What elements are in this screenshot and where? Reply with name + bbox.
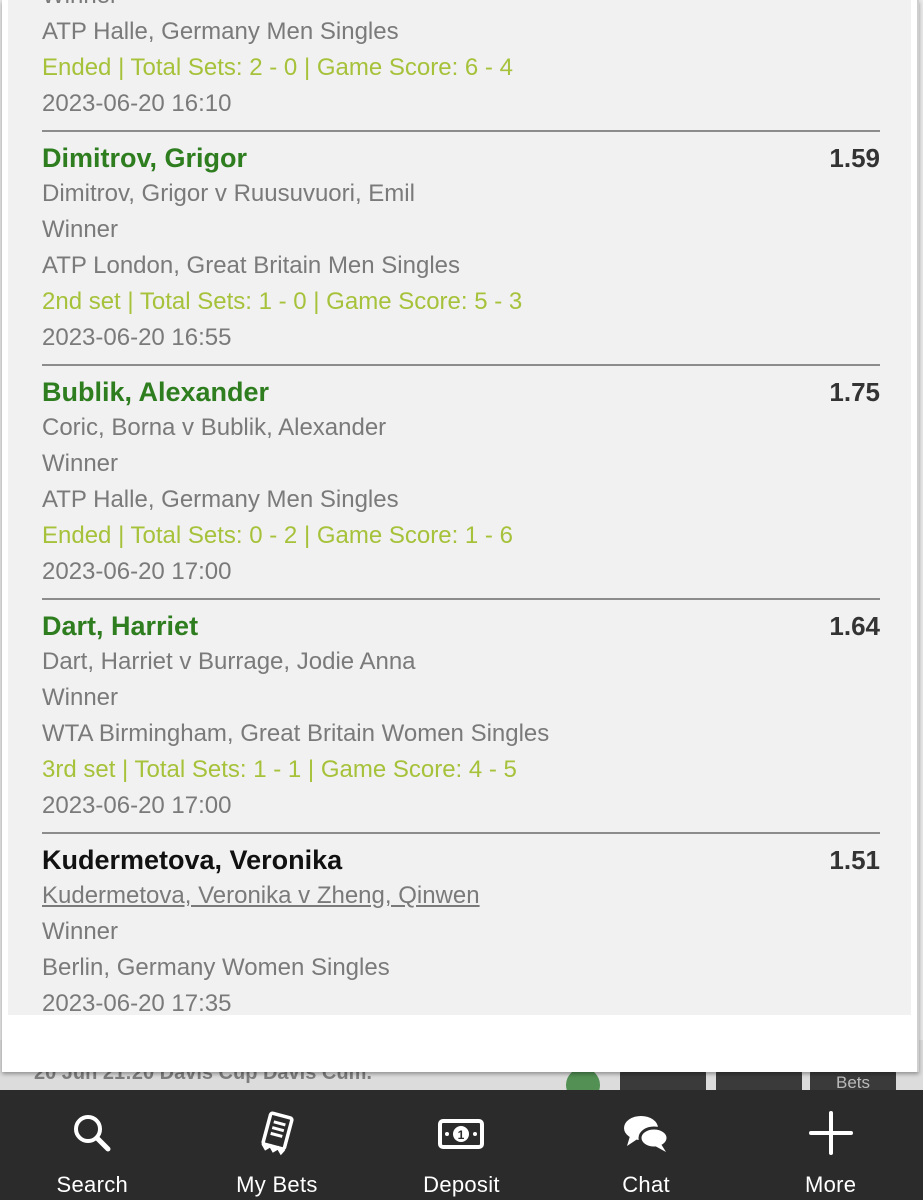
background-button: [620, 1070, 706, 1090]
tab-label: Deposit: [423, 1172, 500, 1197]
bet-event: Coric, Borna v Bublik, Alexander: [42, 414, 387, 441]
tab-label: More: [805, 1172, 857, 1197]
bet-leg: Dart, Harriet 1.64 Dart, Harriet v Burra…: [42, 600, 880, 834]
bet-leg: Winner ATP Halle, Germany Men Singles En…: [42, 0, 880, 132]
bet-selection: Kudermetova, Veronika: [42, 845, 343, 875]
tab-chat[interactable]: Chat: [554, 1090, 739, 1200]
bet-datetime: 2023-06-20 17:00: [42, 792, 232, 819]
search-icon: [70, 1110, 114, 1156]
bet-leg: Bublik, Alexander 1.75 Coric, Borna v Bu…: [42, 366, 880, 600]
bet-event: Dimitrov, Grigor v Ruusuvuori, Emil: [42, 180, 415, 207]
bet-odds: 1.59: [829, 143, 880, 173]
tab-label: Search: [56, 1172, 129, 1197]
bet-market: Winner: [42, 0, 880, 14]
bet-live-status: 3rd set | Total Sets: 1 - 1 | Game Score…: [42, 756, 517, 783]
bet-competition: WTA Birmingham, Great Britain Women Sing…: [42, 720, 550, 747]
bet-competition: ATP Halle, Germany Men Singles: [42, 18, 399, 45]
bet-selection: Dimitrov, Grigor: [42, 143, 248, 173]
bet-odds: 1.75: [829, 377, 880, 407]
tab-more[interactable]: More: [738, 1090, 923, 1200]
tab-search[interactable]: Search: [0, 1090, 185, 1200]
bet-datetime: 2023-06-20 16:10: [42, 90, 232, 117]
bet-live-status: Ended | Total Sets: 2 - 0 | Game Score: …: [42, 54, 513, 81]
bet-market: Winner: [42, 450, 119, 477]
bet-odds: 1.51: [829, 845, 880, 875]
bet-competition: ATP Halle, Germany Men Singles: [42, 486, 399, 513]
bet-datetime: 2023-06-20 16:55: [42, 324, 232, 351]
bet-market: Winner: [42, 684, 119, 711]
bet-event-link[interactable]: Kudermetova, Veronika v Zheng, Qinwen: [42, 878, 880, 914]
bet-list-panel[interactable]: Winner ATP Halle, Germany Men Singles En…: [8, 0, 911, 1015]
background-button: [716, 1070, 802, 1090]
cash-icon: 1: [437, 1110, 485, 1156]
bet-selection: Dart, Harriet: [42, 611, 199, 641]
bet-market: Winner: [42, 918, 119, 945]
bet-odds: 1.64: [829, 611, 880, 641]
bet-leg: Dimitrov, Grigor 1.59 Dimitrov, Grigor v…: [42, 132, 880, 366]
tab-deposit[interactable]: 1 Deposit: [369, 1090, 554, 1200]
tab-my-bets[interactable]: My Bets: [185, 1090, 370, 1200]
plus-icon: [808, 1110, 854, 1156]
bet-selection: Bublik, Alexander: [42, 377, 270, 407]
receipt-icon: [254, 1110, 300, 1156]
bet-competition: Berlin, Germany Women Singles: [42, 954, 390, 981]
bet-competition: ATP London, Great Britain Men Singles: [42, 252, 461, 279]
bet-datetime: 2023-06-20 17:00: [42, 558, 232, 585]
bet-live-status: 2nd set | Total Sets: 1 - 0 | Game Score…: [42, 288, 523, 315]
bet-datetime: 2023-06-20 17:35: [42, 990, 232, 1015]
svg-text:1: 1: [458, 1128, 465, 1142]
chat-bubbles-icon: [621, 1110, 671, 1156]
bet-leg: Kudermetova, Veronika 1.51 Kudermetova, …: [42, 834, 880, 1015]
background-bets-button: Bets: [810, 1070, 896, 1090]
bottom-tab-bar: Search My Bets 1 Deposit Chat More: [0, 1090, 923, 1200]
tab-label: Chat: [622, 1172, 670, 1197]
bet-market: Winner: [42, 216, 119, 243]
bet-live-status: Ended | Total Sets: 0 - 2 | Game Score: …: [42, 522, 513, 549]
bet-details-modal: Winner ATP Halle, Germany Men Singles En…: [2, 0, 919, 1072]
bet-list: Winner ATP Halle, Germany Men Singles En…: [42, 0, 880, 1015]
tab-label: My Bets: [236, 1172, 318, 1197]
bet-event: Dart, Harriet v Burrage, Jodie Anna: [42, 648, 416, 675]
